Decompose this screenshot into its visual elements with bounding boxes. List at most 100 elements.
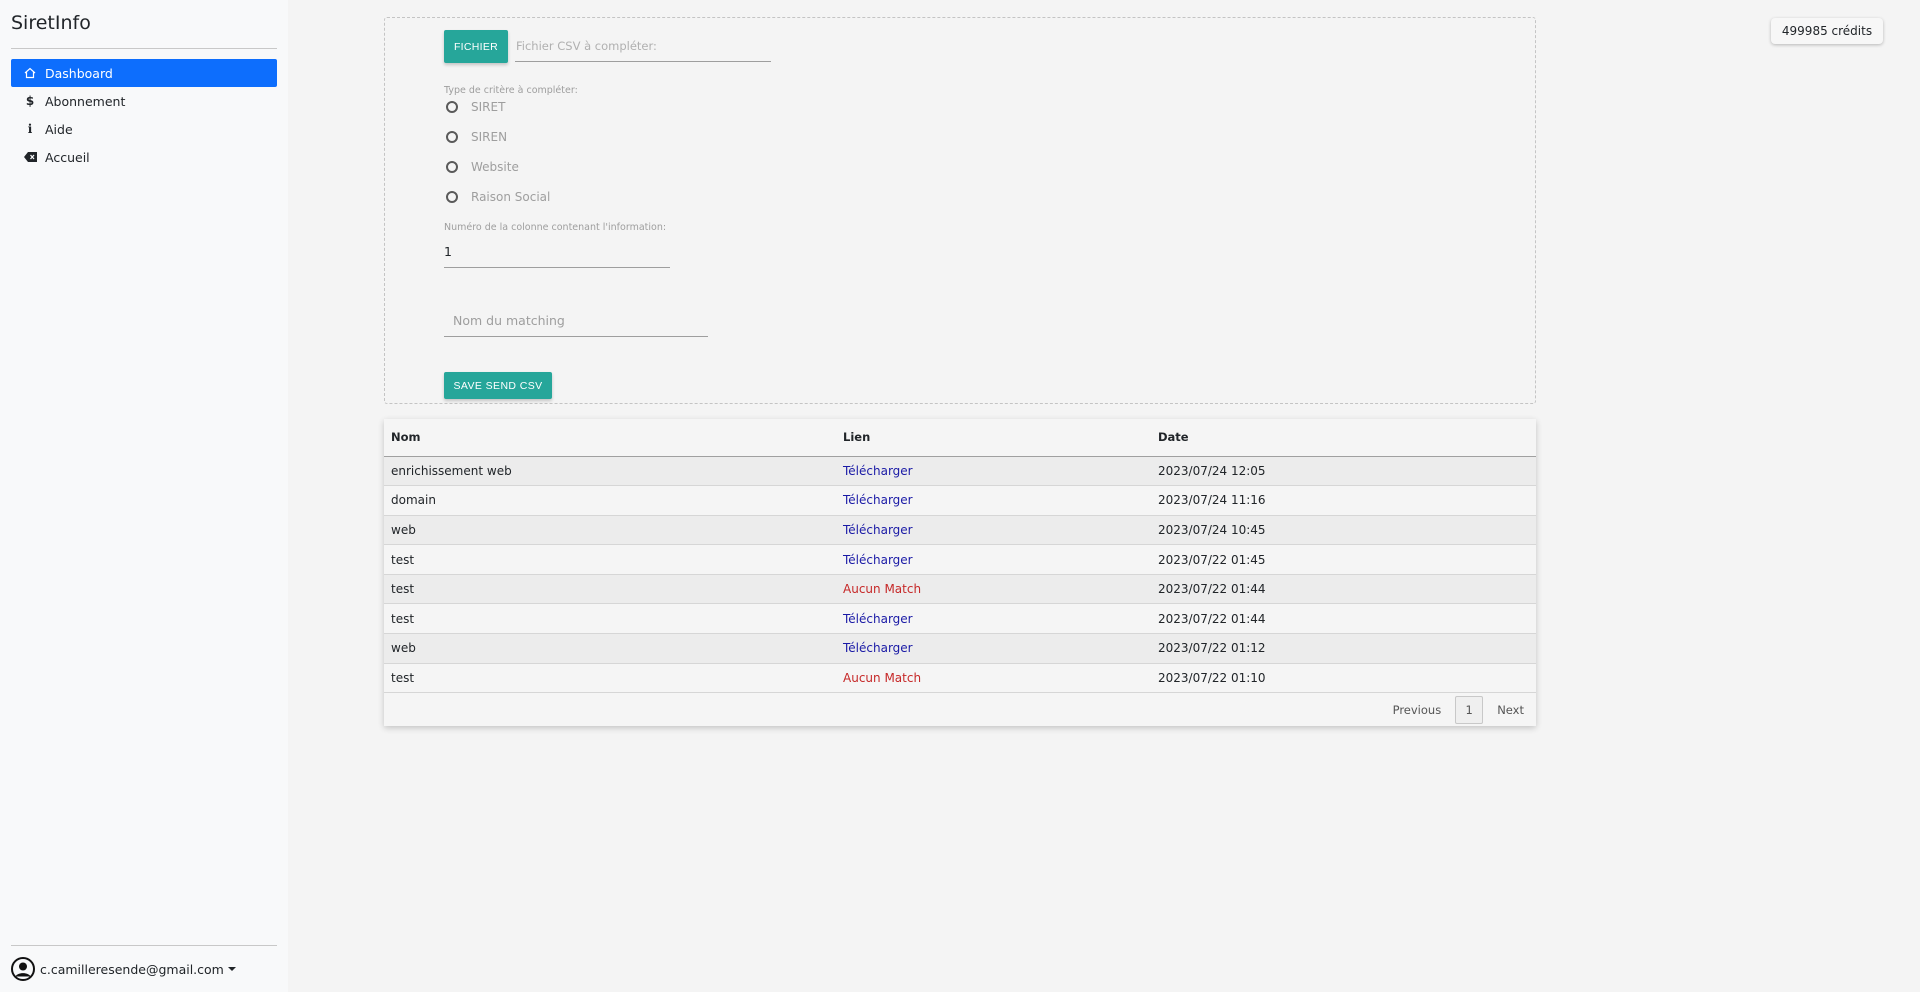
table-cell: 2023/07/22 01:12 <box>1151 633 1536 664</box>
radio-label: SIRET <box>471 100 506 114</box>
page-button[interactable]: 1 <box>1455 696 1484 724</box>
brand-title: SiretInfo <box>11 12 91 34</box>
user-circle-icon <box>11 957 35 981</box>
table-cell: Aucun Match <box>836 663 1151 694</box>
download-link[interactable]: Télécharger <box>843 612 913 626</box>
cell-nom: web <box>391 641 416 656</box>
table-cell: Télécharger <box>836 603 1151 635</box>
radio-label: Website <box>471 160 519 174</box>
cell-nom: test <box>391 552 415 567</box>
table-row: enrichissement web Télécharger 2023/07/24 … <box>384 456 1536 487</box>
dollar-icon: $ <box>25 94 35 108</box>
cell-nom: domain <box>391 493 436 508</box>
header-date[interactable]: Date <box>1151 419 1536 457</box>
radio-siret[interactable]: SIRET <box>446 100 505 114</box>
info-icon: i <box>27 122 33 136</box>
next-button[interactable]: Next <box>1497 703 1524 717</box>
table-cell: domain <box>384 485 836 516</box>
table-cell: 2023/07/24 10:45 <box>1151 515 1536 546</box>
sidebar-item-dashboard[interactable]: Dashboard <box>11 59 277 87</box>
file-path-input[interactable]: Fichier CSV à compléter: <box>515 37 771 62</box>
table-cell: Télécharger <box>836 456 1151 487</box>
sidebar-item-label: Abonnement <box>45 93 126 109</box>
table-cell: 2023/07/22 01:45 <box>1151 544 1536 575</box>
results-table-card: Nom Lien Date enrichissement web Téléchar… <box>384 419 1536 726</box>
table-cell: Télécharger <box>836 633 1151 664</box>
table-row: test Aucun Match 2023/07/22 01:10 <box>384 663 1536 694</box>
home-icon <box>23 66 37 80</box>
previous-button[interactable]: Previous <box>1393 703 1442 717</box>
criteria-label: Type de critère à compléter: <box>444 85 578 96</box>
download-link[interactable]: Télécharger <box>843 523 913 537</box>
download-link[interactable]: Télécharger <box>843 464 913 478</box>
column-label: Numéro de la colonne contenant l'informa… <box>444 222 667 233</box>
upload-panel: FICHIER Fichier CSV à compléter: Type de… <box>384 17 1536 404</box>
backspace-icon <box>23 150 37 164</box>
sidebar-divider-top <box>11 48 277 49</box>
cell-nom: web <box>391 522 416 537</box>
user-menu[interactable]: c.camilleresende@gmail.com <box>11 957 236 981</box>
radio-website[interactable]: Website <box>446 160 519 174</box>
table-cell: 2023/07/22 01:10 <box>1151 663 1536 694</box>
table-row: web Télécharger 2023/07/24 10:45 <box>384 515 1536 546</box>
save-send-csv-button[interactable]: SAVE SEND CSV <box>444 372 552 399</box>
header-lien[interactable]: Lien <box>836 419 1151 457</box>
no-match-text: Aucun Match <box>843 670 922 685</box>
cell-nom: test <box>391 582 415 597</box>
cell-date: 2023/07/22 01:44 <box>1158 611 1266 626</box>
radio-label: SIREN <box>471 130 508 144</box>
sidebar-item-accueil[interactable]: Accueil <box>11 143 277 171</box>
radio-label: Raison Social <box>471 190 551 204</box>
header-nom[interactable]: Nom <box>384 419 836 457</box>
download-link[interactable]: Télécharger <box>843 553 913 567</box>
radio-circle <box>446 101 458 113</box>
radio-siren[interactable]: SIREN <box>446 130 507 144</box>
table-cell: test <box>384 663 836 694</box>
radio-circle <box>446 161 458 173</box>
column-number-input[interactable]: 1 <box>444 242 670 268</box>
download-link[interactable]: Télécharger <box>843 493 913 507</box>
cell-date: 2023/07/24 11:16 <box>1158 493 1266 508</box>
cell-date: 2023/07/24 12:05 <box>1158 463 1266 478</box>
download-link[interactable]: Télécharger <box>843 641 913 655</box>
table-cell: 2023/07/22 01:44 <box>1151 603 1536 635</box>
sidebar-divider-bottom <box>11 945 277 946</box>
table-cell: web <box>384 515 836 546</box>
cell-date: 2023/07/22 01:45 <box>1158 552 1266 567</box>
table-row: test Télécharger 2023/07/22 01:44 <box>384 603 1536 635</box>
table-row: web Télécharger 2023/07/22 01:12 <box>384 633 1536 664</box>
table-cell: 2023/07/24 11:16 <box>1151 485 1536 516</box>
table-cell: test <box>384 574 836 605</box>
sidebar: SiretInfo Dashboard $ Abonnement i Aide … <box>0 0 288 992</box>
table-row: test Aucun Match 2023/07/22 01:44 <box>384 574 1536 605</box>
cell-date: 2023/07/22 01:12 <box>1158 641 1266 656</box>
chevron-down-icon <box>227 967 236 971</box>
radio-circle <box>446 131 458 143</box>
table-header-row: Nom Lien Date <box>384 419 1536 457</box>
table-cell: Télécharger <box>836 485 1151 516</box>
table-cell: 2023/07/24 12:05 <box>1151 456 1536 487</box>
table-cell: test <box>384 603 836 635</box>
cell-date: 2023/07/22 01:10 <box>1158 670 1266 685</box>
sidebar-nav: Dashboard $ Abonnement i Aide Accueil <box>11 59 277 171</box>
table-cell: 2023/07/22 01:44 <box>1151 574 1536 605</box>
cell-nom: test <box>391 670 415 685</box>
table-cell: Télécharger <box>836 544 1151 575</box>
matching-name-input[interactable]: Nom du matching <box>444 310 708 337</box>
user-email: c.camilleresende@gmail.com <box>40 961 224 977</box>
sidebar-item-abonnement[interactable]: $ Abonnement <box>11 87 277 115</box>
sidebar-item-label: Dashboard <box>45 65 113 81</box>
cell-nom: test <box>391 611 415 626</box>
sidebar-item-aide[interactable]: i Aide <box>11 115 277 143</box>
table-cell: Aucun Match <box>836 574 1151 605</box>
no-match-text: Aucun Match <box>843 582 922 597</box>
cell-nom: enrichissement web <box>391 463 512 478</box>
radio-raison-social[interactable]: Raison Social <box>446 190 550 204</box>
table-cell: enrichissement web <box>384 456 836 487</box>
file-button[interactable]: FICHIER <box>444 30 508 63</box>
table-cell: web <box>384 633 836 664</box>
table-cell: Télécharger <box>836 515 1151 546</box>
table-row: domain Télécharger 2023/07/24 11:16 <box>384 485 1536 516</box>
table-row: test Télécharger 2023/07/22 01:45 <box>384 544 1536 575</box>
sidebar-item-label: Aide <box>45 121 73 137</box>
